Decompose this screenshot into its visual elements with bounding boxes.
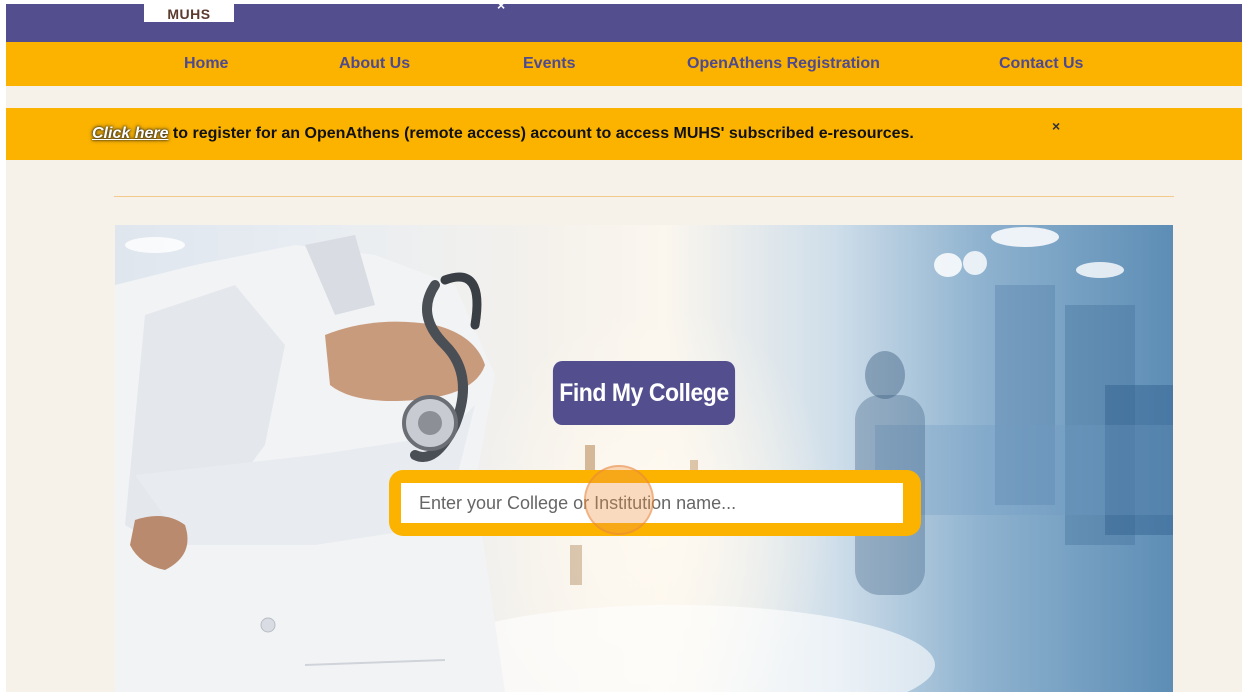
nav-openathens-registration[interactable]: OpenAthens Registration	[687, 42, 880, 86]
college-search-container	[389, 470, 921, 536]
page: MUHS × Home About Us Events OpenAthens R…	[6, 4, 1242, 692]
divider	[114, 196, 1174, 197]
notice-banner: Click here to register for an OpenAthens…	[6, 108, 1242, 160]
nav-contact-us[interactable]: Contact Us	[999, 42, 1083, 86]
click-here-link[interactable]: Click here	[92, 125, 168, 142]
find-my-college-button[interactable]: Find My College	[552, 361, 736, 425]
banner-close-icon[interactable]: ×	[1052, 118, 1060, 134]
nav-home[interactable]: Home	[184, 42, 228, 86]
banner-text: Click here to register for an OpenAthens…	[92, 108, 914, 160]
nav-about-us[interactable]: About Us	[339, 42, 410, 86]
nav-events[interactable]: Events	[523, 42, 575, 86]
close-icon[interactable]: ×	[497, 4, 505, 13]
banner-message: to register for an OpenAthens (remote ac…	[168, 125, 914, 142]
college-search-input[interactable]	[401, 483, 903, 523]
main-nav: Home About Us Events OpenAthens Registra…	[6, 42, 1242, 86]
hero-background-image	[115, 227, 1173, 692]
top-bar: MUHS ×	[6, 4, 1242, 42]
muhs-logo[interactable]: MUHS	[144, 4, 234, 22]
hero-section: Find My College	[115, 225, 1173, 692]
